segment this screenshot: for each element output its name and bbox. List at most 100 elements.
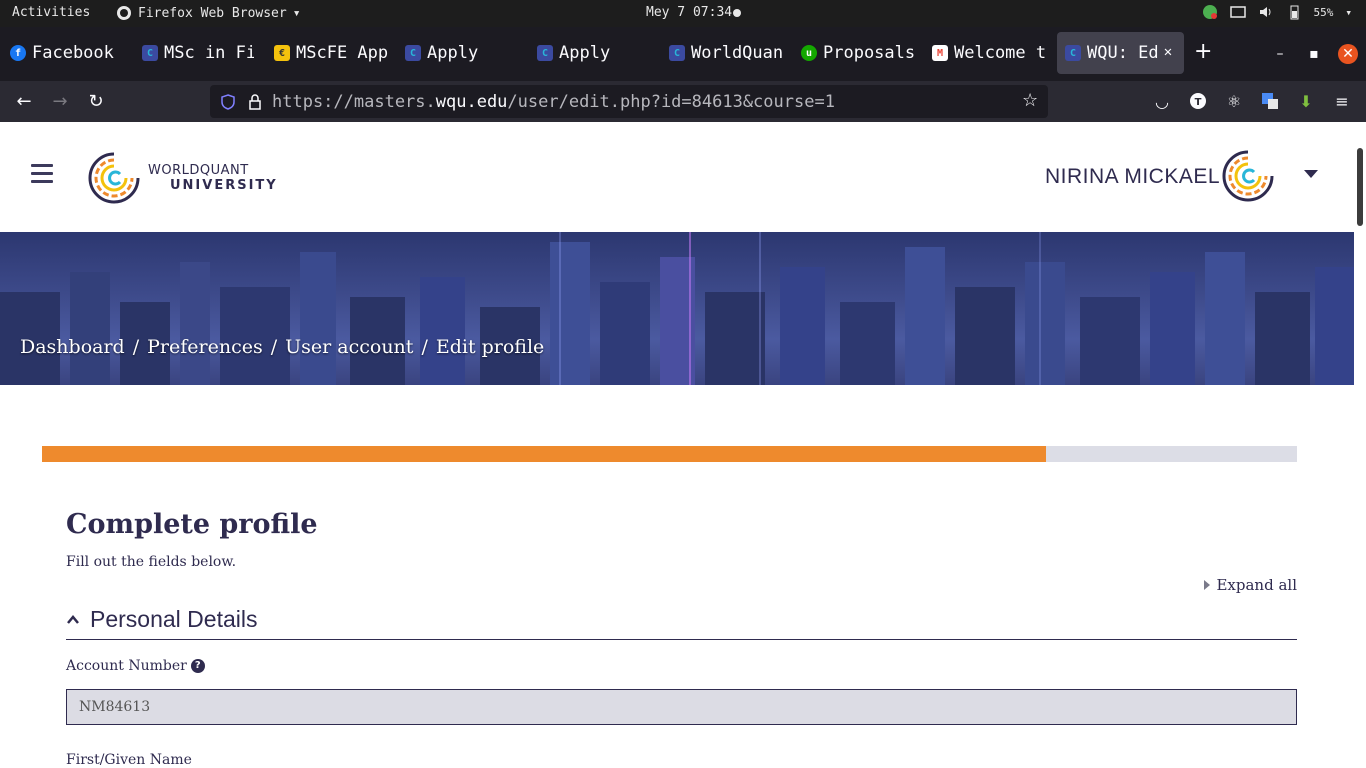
- close-tab-icon[interactable]: ✕: [1158, 42, 1178, 62]
- notification-dot-icon: [733, 9, 741, 17]
- tab-label: Welcome t: [954, 43, 1047, 63]
- wqu-icon: C: [669, 45, 685, 61]
- logo-wordmark: WORLDQUANT UNIVERSITY: [148, 163, 278, 193]
- url-bar[interactable]: https://masters.wqu.edu/user/edit.php?id…: [210, 85, 1048, 118]
- back-icon[interactable]: ←: [13, 91, 35, 113]
- gmail-icon: M: [932, 45, 948, 61]
- user-avatar[interactable]: [1220, 148, 1276, 204]
- tab-wqu-edit[interactable]: C WQU: Ed ✕: [1057, 32, 1184, 74]
- tab-label: Proposals: [823, 43, 916, 63]
- web-page: WORLDQUANT UNIVERSITY NIRINA MICKAEL Das…: [0, 122, 1354, 768]
- volume-icon: [1259, 7, 1270, 17]
- site-header: WORLDQUANT UNIVERSITY NIRINA MICKAEL: [0, 122, 1354, 232]
- page-banner: Dashboard / Preferences / User account /…: [0, 232, 1354, 385]
- expand-all-link[interactable]: Expand all: [1204, 576, 1297, 594]
- wqu-icon: C: [142, 45, 158, 61]
- tab-label: WQU: Ed: [1087, 43, 1159, 63]
- breadcrumb-separator: /: [132, 336, 140, 358]
- wqu-icon: C: [537, 45, 553, 61]
- account-number-label: Account Number ?: [66, 658, 205, 674]
- account-number-field[interactable]: NM84613: [66, 689, 1297, 725]
- progress-fill: [42, 446, 1046, 462]
- battery-percent: 55%: [1313, 5, 1334, 19]
- translate-icon[interactable]: [1260, 91, 1280, 111]
- tab-label: Apply: [559, 43, 611, 63]
- navigation-toolbar: ← → ↻ https://masters.wqu.edu/user/edit.…: [0, 81, 1366, 122]
- wqu-logo[interactable]: WORLDQUANT UNIVERSITY: [86, 150, 278, 206]
- shield-icon: [221, 93, 235, 110]
- window-close-icon[interactable]: ✕: [1338, 44, 1358, 64]
- page-title: Complete profile: [66, 509, 318, 540]
- breadcrumb-user-account[interactable]: User account: [285, 336, 413, 358]
- breadcrumb-preferences[interactable]: Preferences: [147, 336, 263, 358]
- clock[interactable]: Mey 7 07:34: [646, 5, 732, 20]
- account-t-icon[interactable]: T: [1188, 91, 1208, 111]
- system-tray[interactable]: 55% ▾: [1202, 4, 1352, 20]
- expand-all-label: Expand all: [1216, 576, 1297, 594]
- tab-label: Apply: [427, 43, 479, 63]
- react-devtools-icon[interactable]: ⚛: [1224, 91, 1244, 111]
- battery-icon: [1290, 5, 1298, 20]
- tab-worldquant[interactable]: C WorldQuan: [661, 32, 783, 74]
- facebook-icon: f: [10, 45, 26, 61]
- tab-label: MSc in Fi: [164, 43, 254, 63]
- url-text: https://masters.wqu.edu/user/edit.php?id…: [272, 91, 835, 112]
- user-menu-caret-icon[interactable]: [1304, 170, 1318, 178]
- first-name-label: First/Given Name: [66, 752, 192, 768]
- first-name-label-text: First/Given Name: [66, 752, 192, 768]
- account-number-label-text: Account Number: [66, 658, 187, 674]
- upwork-icon: u: [801, 45, 817, 61]
- help-icon[interactable]: ?: [190, 659, 205, 673]
- firefox-icon: [117, 6, 131, 20]
- mail-icon: €: [274, 45, 290, 61]
- wqu-icon: C: [1065, 45, 1081, 61]
- breadcrumb: Dashboard / Preferences / User account /…: [20, 336, 544, 358]
- wqu-icon: C: [405, 45, 421, 61]
- system-top-bar: Activities Firefox Web Browser ▾ Mey 7 0…: [0, 0, 1366, 27]
- hamburger-icon[interactable]: [31, 164, 53, 184]
- tab-msc-in-fi[interactable]: C MSc in Fi: [134, 32, 254, 74]
- app-menu[interactable]: Firefox Web Browser ▾: [116, 5, 301, 21]
- update-icon: [1202, 5, 1217, 19]
- breadcrumb-dashboard[interactable]: Dashboard: [20, 336, 125, 358]
- keyboard-icon: [1229, 6, 1246, 18]
- tab-facebook[interactable]: f Facebook: [2, 32, 128, 74]
- tab-label: MScFE App: [296, 43, 389, 63]
- breadcrumb-separator: /: [270, 336, 278, 358]
- profile-progress-bar: [42, 446, 1297, 462]
- maximize-icon[interactable]: ▪: [1304, 44, 1324, 64]
- download-icon[interactable]: ⬇: [1296, 91, 1316, 111]
- logo-line-2: UNIVERSITY: [170, 178, 278, 193]
- tab-label: Facebook: [32, 43, 114, 63]
- pocket-icon[interactable]: ◡: [1152, 91, 1172, 111]
- activities-button[interactable]: Activities: [12, 5, 90, 20]
- breadcrumb-edit-profile: Edit profile: [435, 336, 545, 358]
- breadcrumb-separator: /: [421, 336, 428, 358]
- tab-welcome[interactable]: M Welcome t: [924, 32, 1048, 74]
- tab-mscfe-app[interactable]: € MScFE App: [266, 32, 390, 74]
- tab-proposals[interactable]: u Proposals: [793, 32, 919, 74]
- page-scrollbar[interactable]: [1354, 122, 1366, 768]
- svg-text:T: T: [1195, 97, 1202, 108]
- tab-strip: f Facebook C MSc in Fi € MScFE App C App…: [0, 27, 1366, 81]
- reload-icon[interactable]: ↻: [85, 91, 107, 113]
- tab-apply-1[interactable]: C Apply: [397, 32, 517, 74]
- section-title: Personal Details: [90, 606, 258, 632]
- minimize-icon[interactable]: –: [1270, 44, 1290, 64]
- caret-right-icon: [1204, 580, 1211, 590]
- chevron-down-icon: ▾: [292, 5, 301, 21]
- wqu-logo-mark-icon: [88, 152, 140, 204]
- scrollbar-thumb[interactable]: [1357, 148, 1363, 226]
- page-subtitle: Fill out the fields below.: [66, 554, 237, 570]
- section-personal-details[interactable]: Personal Details: [66, 600, 1297, 640]
- new-tab-icon[interactable]: +: [1194, 41, 1212, 63]
- lock-icon: [249, 93, 261, 110]
- logo-line-1: WORLDQUANT: [148, 163, 249, 178]
- bookmark-star-icon[interactable]: ☆: [1022, 91, 1042, 111]
- tab-label: WorldQuan: [691, 43, 783, 63]
- user-name[interactable]: NIRINA MICKAEL: [1045, 165, 1220, 189]
- city-skyline-image: [0, 232, 1354, 385]
- tab-apply-2[interactable]: C Apply: [529, 32, 649, 74]
- forward-icon[interactable]: →: [49, 91, 71, 113]
- hamburger-menu-icon[interactable]: ≡: [1332, 91, 1352, 111]
